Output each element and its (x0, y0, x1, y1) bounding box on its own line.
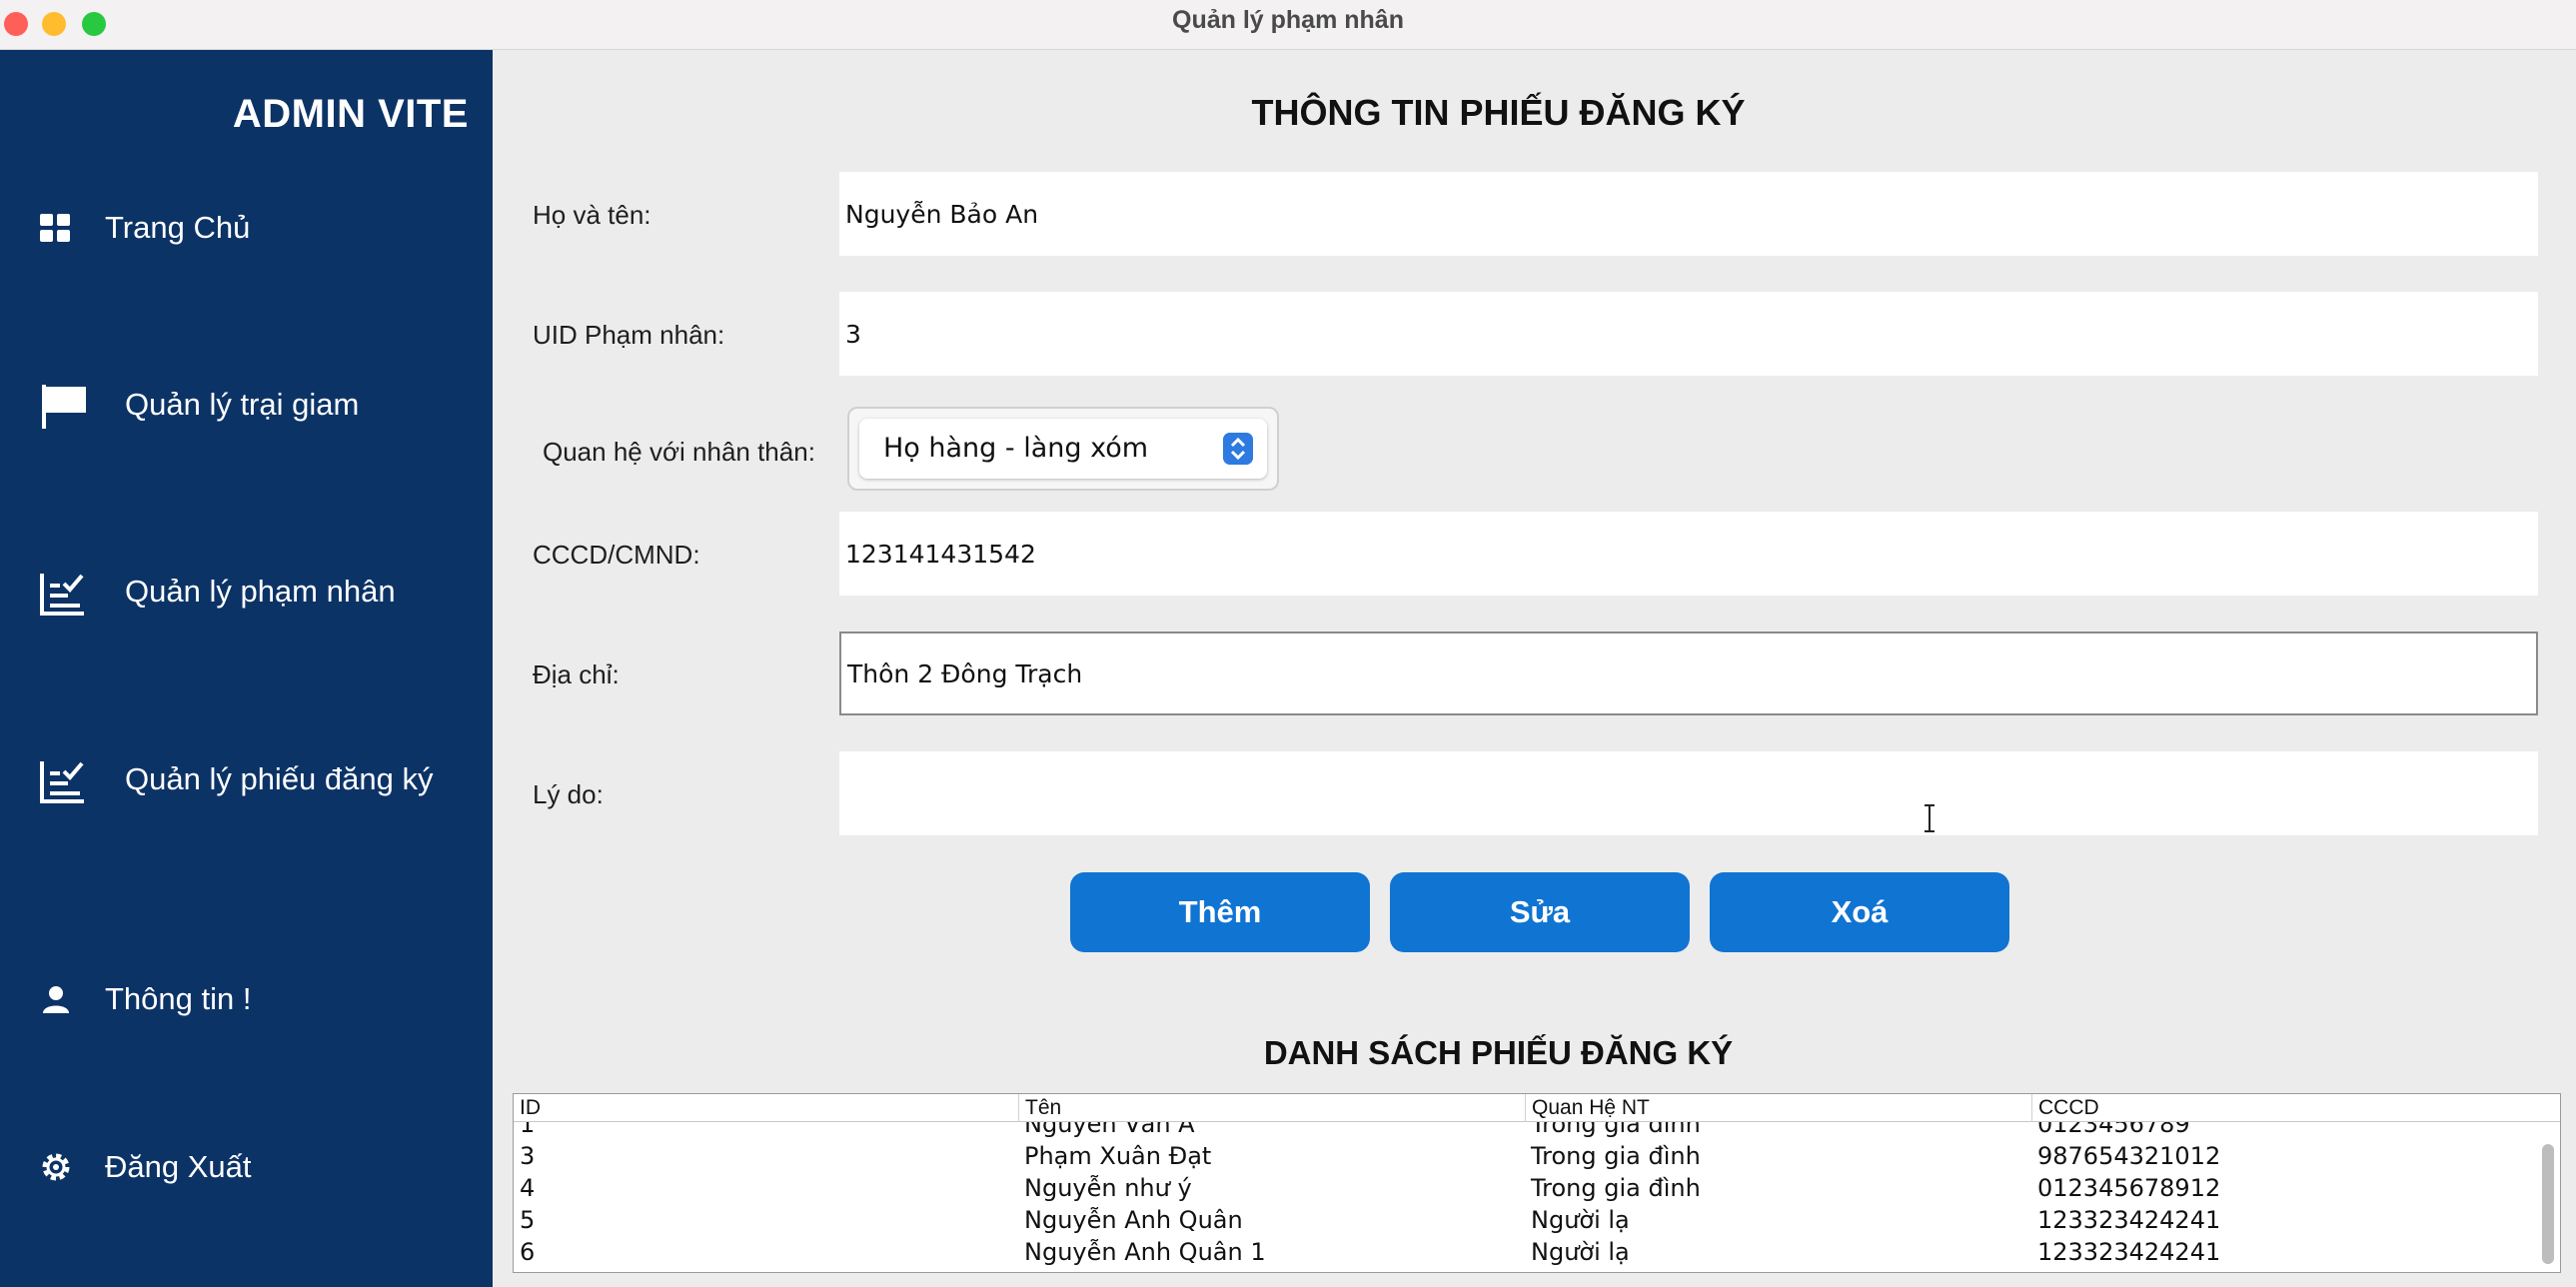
sidebar-item-label: Trang Chủ (105, 210, 251, 245)
cell-id: 4 (520, 1174, 536, 1202)
sidebar-item-label: Quản lý trại giam (125, 387, 360, 422)
add-button[interactable]: Thêm (1070, 872, 1370, 952)
sidebar-item-prisoners[interactable]: Quản lý phạm nhân (0, 552, 493, 632)
gear-icon (42, 1153, 70, 1181)
cell-name: Nguyễn Anh Quân (1024, 1206, 1243, 1234)
column-header-cccd[interactable]: CCCD (2031, 1094, 2099, 1122)
sidebar-item-registrations[interactable]: Quản lý phiếu đăng ký (0, 739, 493, 819)
chevron-updown-icon (1223, 433, 1253, 465)
relation-label: Quan hệ với nhân thân: (543, 437, 815, 467)
fullname-label: Họ và tên: (533, 200, 651, 230)
brand-title: ADMIN VITE (232, 92, 469, 136)
cell-relation: Người lạ (1531, 1206, 1630, 1234)
cell-cccd: 012345678912 (2037, 1174, 2221, 1202)
cell-name: Nguyễn Anh Quân 1 (1024, 1238, 1266, 1266)
table-row[interactable]: 6 Nguyễn Anh Quân 1 Người lạ 12332342424… (514, 1236, 2542, 1268)
delete-button[interactable]: Xoá (1710, 872, 2009, 952)
app-window: Quản lý phạm nhân ADMIN VITE Trang Chủ Q… (0, 0, 2576, 1287)
cell-id: 6 (520, 1238, 536, 1266)
table-row[interactable]: 4 Nguyễn như ý Trong gia đình 0123456789… (514, 1172, 2542, 1204)
cell-relation: Trong gia đình (1531, 1142, 1701, 1170)
cell-id: 5 (520, 1206, 536, 1234)
window-title: Quản lý phạm nhân (1172, 6, 1404, 34)
flag-icon (42, 385, 86, 429)
address-input[interactable] (839, 632, 2538, 715)
user-icon (43, 986, 69, 1013)
grid-icon (40, 214, 70, 242)
sidebar-item-label: Thông tin ! (105, 981, 252, 1016)
checklist-icon (40, 761, 84, 803)
sidebar-item-label: Quản lý phiếu đăng ký (125, 761, 434, 796)
sidebar-item-prison[interactable]: Quản lý trại giam (0, 365, 493, 445)
cell-cccd: 123323424241 (2037, 1238, 2221, 1266)
sidebar-item-label: Quản lý phạm nhân (125, 574, 396, 609)
cell-relation: Người lạ (1531, 1238, 1630, 1266)
cccd-label: CCCD/CMND: (533, 540, 700, 570)
registration-table[interactable]: 1 Nguyễn Văn A Trong gia đình 0123456789… (513, 1093, 2561, 1273)
table-row[interactable]: 3 Phạm Xuân Đạt Trong gia đình 987654321… (514, 1140, 2542, 1172)
uid-label: UID Phạm nhân: (533, 320, 725, 350)
title-bar: Quản lý phạm nhân (0, 0, 2576, 50)
cell-id: 3 (520, 1142, 536, 1170)
cell-cccd: 123323424241 (2037, 1206, 2221, 1234)
fullname-input[interactable] (839, 172, 2538, 256)
table-header: ID Tên Quan Hệ NT CCCD (514, 1094, 2560, 1122)
sidebar: ADMIN VITE Trang Chủ Quản lý trại giam Q… (0, 50, 493, 1287)
cell-cccd: 987654321012 (2037, 1142, 2221, 1170)
main-panel: THÔNG TIN PHIẾU ĐĂNG KÝ Họ và tên: UID P… (493, 50, 2576, 1287)
table-row[interactable]: 5 Nguyễn Anh Quân Người lạ 123323424241 (514, 1204, 2542, 1236)
relation-select[interactable]: Họ hàng - làng xóm (859, 419, 1267, 479)
sidebar-item-logout[interactable]: Đăng Xuất (0, 1127, 493, 1207)
column-header-name[interactable]: Tên (1018, 1094, 1061, 1122)
relation-select-wrapper: Họ hàng - làng xóm (847, 407, 1279, 491)
cccd-input[interactable] (839, 512, 2538, 596)
uid-input[interactable] (839, 292, 2538, 376)
list-title: DANH SÁCH PHIẾU ĐĂNG KÝ (1263, 1034, 1734, 1071)
edit-button[interactable]: Sửa (1390, 872, 1690, 952)
reason-label: Lý do: (533, 779, 604, 809)
sidebar-item-label: Đăng Xuất (105, 1149, 252, 1184)
cell-name: Phạm Xuân Đạt (1024, 1142, 1212, 1170)
column-header-id[interactable]: ID (514, 1094, 541, 1122)
checklist-icon (40, 574, 84, 616)
relation-select-value: Họ hàng - làng xóm (883, 433, 1149, 464)
table-scrollbar[interactable] (2542, 1144, 2554, 1264)
cell-name: Nguyễn như ý (1024, 1174, 1192, 1202)
table-body: 1 Nguyễn Văn A Trong gia đình 0123456789… (514, 1108, 2542, 1268)
sidebar-item-home[interactable]: Trang Chủ (0, 188, 493, 268)
column-header-relation[interactable]: Quan Hệ NT (1525, 1094, 1650, 1122)
reason-input[interactable] (839, 751, 2538, 835)
address-label: Địa chỉ: (533, 659, 620, 689)
text-cursor-icon (1925, 804, 1934, 832)
form-title: THÔNG TIN PHIẾU ĐĂNG KÝ (1251, 92, 1746, 133)
cell-relation: Trong gia đình (1531, 1174, 1701, 1202)
sidebar-item-profile[interactable]: Thông tin ! (0, 959, 493, 1039)
